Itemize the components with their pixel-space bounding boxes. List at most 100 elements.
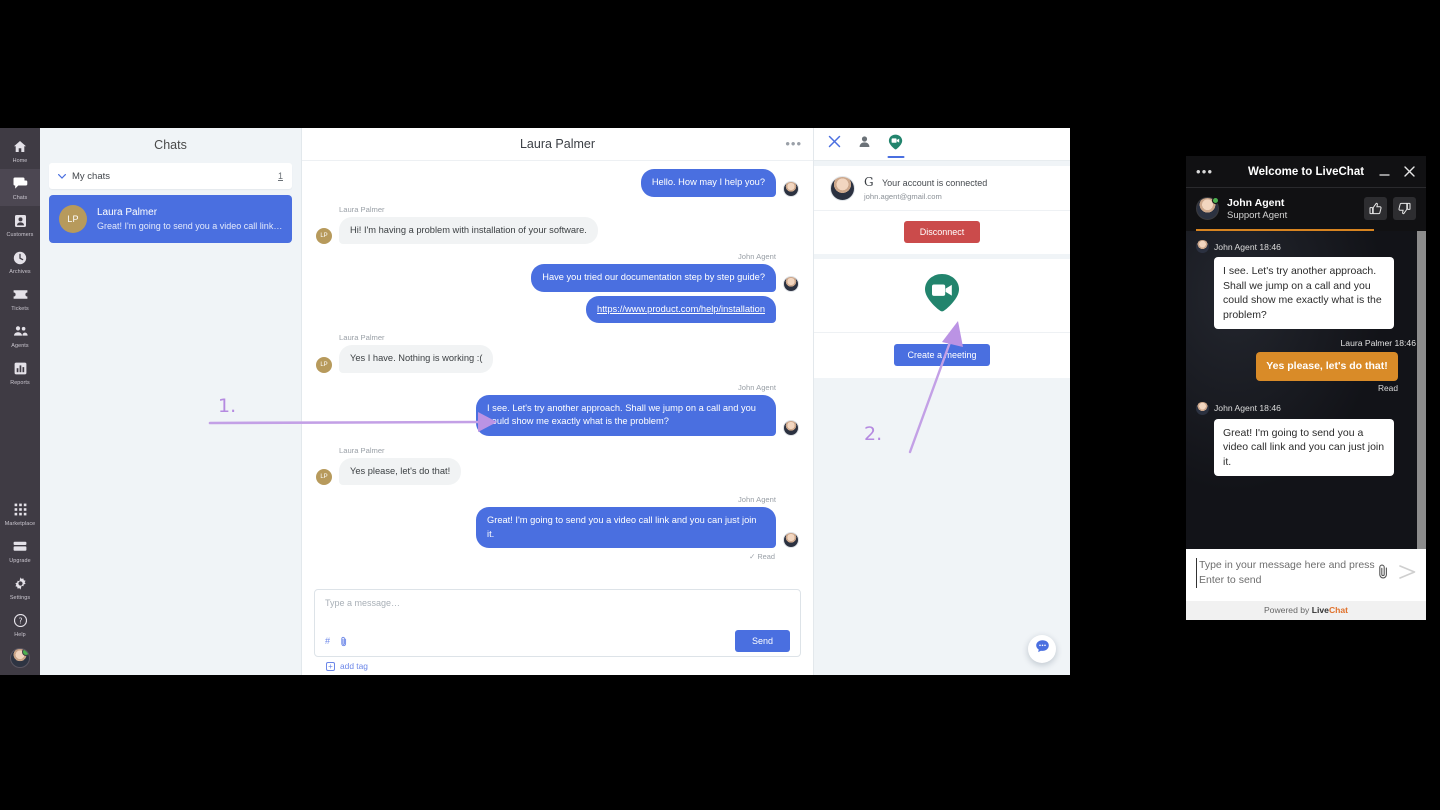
svg-text:G: G xyxy=(864,176,874,188)
widget-agent-bar: John Agent Support Agent xyxy=(1186,187,1426,229)
sidebar-item-help[interactable]: ? Help xyxy=(0,606,40,643)
message-list: Hello. How may I help you? LP Laura Palm… xyxy=(302,161,813,589)
chat-bubble-fab[interactable] xyxy=(1028,635,1056,663)
plus-icon: + xyxy=(326,661,335,671)
sidebar-item-customers[interactable]: Customers xyxy=(0,206,40,243)
message-row: LP Laura Palmer Hi! I'm having a problem… xyxy=(316,205,799,244)
sidebar-label-chats: Chats xyxy=(12,195,28,201)
main-navigation-rail: Home Chats Customers Archives Tickets Ag… xyxy=(0,128,40,675)
message-read-status: Read xyxy=(1377,382,1398,393)
sidebar-item-upgrade[interactable]: Upgrade xyxy=(0,532,40,569)
sidebar-item-tickets[interactable]: Tickets xyxy=(0,280,40,317)
sidebar-label-reports: Reports xyxy=(10,380,30,386)
composer-container: Type a message… # Send + add tag xyxy=(302,589,813,675)
sidebar-item-archives[interactable]: Archives xyxy=(0,243,40,280)
message-author: Laura Palmer xyxy=(339,333,385,342)
attachment-icon[interactable] xyxy=(1376,564,1390,584)
online-status-dot xyxy=(22,649,29,656)
sidebar-item-settings[interactable]: Settings xyxy=(0,569,40,606)
message-author: John Agent xyxy=(737,495,776,504)
sidebar-item-marketplace[interactable]: Marketplace xyxy=(0,495,40,532)
create-meeting-row: Create a meeting xyxy=(814,333,1070,378)
message-bubble: Yes I have. Nothing is working :( xyxy=(339,345,494,373)
help-icon: ? xyxy=(13,612,27,629)
sidebar-label-agents: Agents xyxy=(11,343,29,349)
message-author: Laura Palmer xyxy=(339,445,385,455)
thumbs-up-icon[interactable] xyxy=(1364,197,1387,220)
message-meta-label: John Agent 18:46 xyxy=(1214,403,1281,413)
sidebar-item-agents[interactable]: Agents xyxy=(0,317,40,354)
chat-list-title: Chats xyxy=(40,128,301,161)
avatar xyxy=(783,275,799,292)
message-author: John Agent xyxy=(737,252,776,261)
attachment-icon[interactable] xyxy=(341,636,347,647)
composer-toolbar: # Send xyxy=(325,630,790,652)
chat-list-item-laura-palmer[interactable]: LP Laura Palmer Great! I'm going to send… xyxy=(49,195,292,243)
message-bubble: Yes please, let's do that! xyxy=(339,457,462,485)
message-bubble-agent: I see. Let's try another approach. Shall… xyxy=(1214,257,1394,329)
message-row-highlighted: John Agent I see. Let's try another appr… xyxy=(316,383,799,436)
message-meta: Laura Palmer 18:46 xyxy=(1196,338,1416,348)
message-bubble: Hello. How may I help you? xyxy=(640,169,776,197)
composer-placeholder: Type a message… xyxy=(325,598,401,608)
google-g-icon: G xyxy=(864,175,876,190)
chat-list-panel: Chats My chats 1 LP Laura Palmer Great! … xyxy=(40,128,302,675)
message-row: https://www.product.com/help/installatio… xyxy=(316,295,776,323)
message-author: John Agent xyxy=(737,382,776,392)
tab-customer-details[interactable] xyxy=(858,128,871,161)
send-button[interactable]: Send xyxy=(734,630,790,652)
send-icon[interactable] xyxy=(1399,564,1416,584)
livechat-visitor-widget: ••• Welcome to LiveChat John Agent Suppo… xyxy=(1186,156,1426,620)
widget-message-input[interactable]: Type in your message here and press Ente… xyxy=(1196,558,1376,588)
google-account-card: G Your account is connected john.agent@g… xyxy=(814,166,1070,254)
message-meta-label: John Agent 18:46 xyxy=(1214,241,1281,252)
add-tag-label: add tag xyxy=(340,661,368,671)
close-icon[interactable] xyxy=(1403,165,1416,178)
sidebar-item-reports[interactable]: Reports xyxy=(0,354,40,391)
chevron-down-icon xyxy=(58,173,66,179)
message-bubble-visitor: Yes please, let's do that! xyxy=(1256,352,1398,381)
page-title: Laura Palmer xyxy=(519,137,596,151)
widget-composer[interactable]: Type in your message here and press Ente… xyxy=(1186,549,1426,601)
sidebar-item-home[interactable]: Home xyxy=(0,132,40,169)
archives-icon xyxy=(13,249,27,266)
disconnect-button[interactable]: Disconnect xyxy=(903,221,981,243)
message-row: John Agent Great! I'm going to send you … xyxy=(316,495,799,548)
chat-list-item-snippet: Great! I'm going to send you a video cal… xyxy=(97,221,282,231)
widget-window-buttons xyxy=(1378,165,1416,178)
message-bubble: I see. Let's try another approach. Shall… xyxy=(476,394,776,436)
minimize-icon[interactable] xyxy=(1378,166,1391,177)
svg-text:?: ? xyxy=(18,616,22,625)
active-tab-indicator xyxy=(887,155,904,158)
avatar: LP xyxy=(316,356,332,373)
more-options-icon[interactable]: ••• xyxy=(785,137,802,150)
message-bubble-agent: Great! I'm going to send you a video cal… xyxy=(1214,418,1394,476)
message-composer[interactable]: Type a message… # Send xyxy=(314,589,801,657)
canned-response-icon[interactable]: # xyxy=(325,636,330,646)
tab-close[interactable] xyxy=(828,128,841,161)
meet-logo-row xyxy=(814,273,1070,333)
create-meeting-card: Create a meeting xyxy=(814,259,1070,378)
add-tag-row[interactable]: + add tag xyxy=(314,657,801,671)
sidebar-label-tickets: Tickets xyxy=(11,306,29,312)
gear-icon xyxy=(14,575,27,592)
widget-composer-icons xyxy=(1376,558,1416,584)
create-meeting-button[interactable]: Create a meeting xyxy=(894,344,990,366)
message-bubble: Have you tried our documentation step by… xyxy=(531,264,776,292)
tab-google-meet[interactable] xyxy=(887,128,904,161)
scrollbar[interactable] xyxy=(1417,231,1426,549)
sidebar-item-chats[interactable]: Chats xyxy=(0,169,40,206)
avatar xyxy=(1196,240,1209,253)
my-chats-group-row[interactable]: My chats 1 xyxy=(49,163,292,189)
avatar: LP xyxy=(59,205,87,233)
thumbs-down-icon[interactable] xyxy=(1393,197,1416,220)
widget-menu-icon[interactable]: ••• xyxy=(1196,165,1213,178)
current-agent-avatar[interactable] xyxy=(10,648,30,668)
avatar xyxy=(830,176,855,201)
marketplace-icon xyxy=(14,501,27,518)
account-status-text: G Your account is connected xyxy=(864,175,987,190)
sidebar-label-archives: Archives xyxy=(9,269,31,275)
powered-by-label: Powered by xyxy=(1263,605,1312,615)
message-bubble-link[interactable]: https://www.product.com/help/installatio… xyxy=(586,295,776,323)
sidebar-label-customers: Customers xyxy=(6,232,34,238)
